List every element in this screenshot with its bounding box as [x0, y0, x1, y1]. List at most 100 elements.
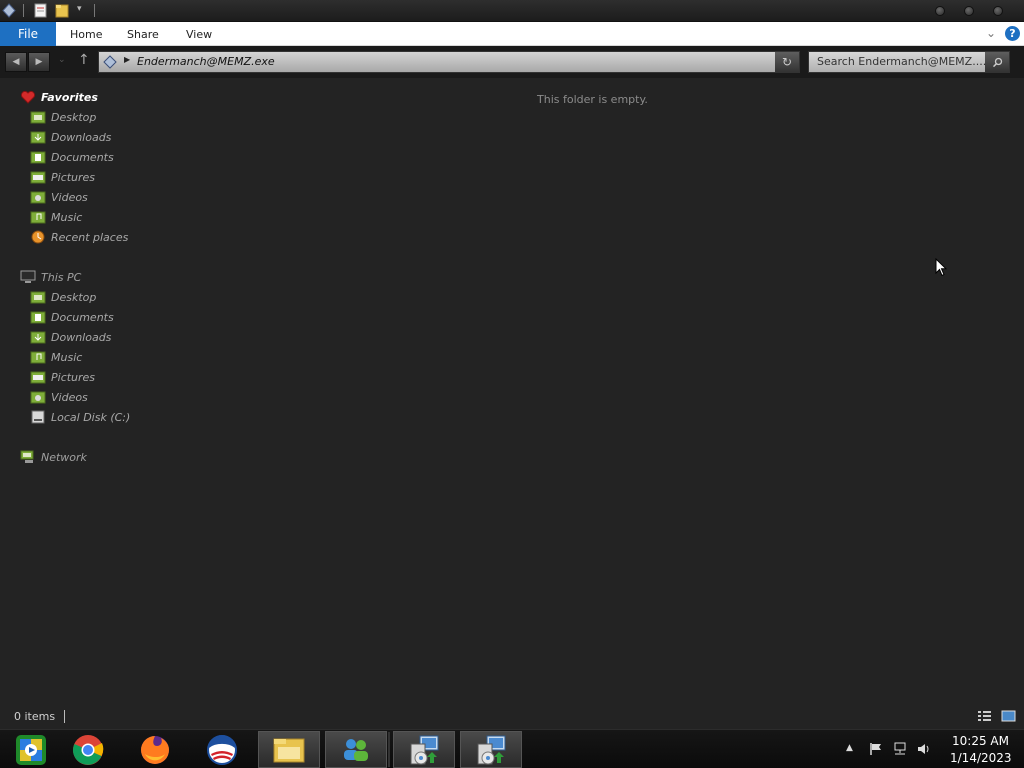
status-bar: 0 items [0, 703, 1024, 729]
nav-item-label: Downloads [51, 330, 112, 344]
nav-item-label: Recent places [51, 230, 129, 244]
nav-network-label: Network [41, 450, 87, 464]
address-toolbar: ◀ ▶ ⌄ ↑ ▶ Endermanch@MEMZ.exe ↻ Search E… [0, 46, 1024, 78]
properties-icon[interactable] [34, 3, 48, 18]
taskbar-media-center[interactable] [0, 731, 62, 768]
music-folder-icon [30, 351, 46, 364]
breadcrumb-chevron-icon[interactable]: ▶ [124, 55, 130, 64]
taskbar-network-users[interactable] [325, 731, 387, 768]
downloads-folder-icon [30, 131, 46, 144]
taskbar-setup-1[interactable] [393, 731, 455, 768]
refresh-button[interactable]: ↻ [775, 52, 799, 72]
close-button[interactable] [993, 6, 1003, 16]
nav-item-label: Desktop [51, 290, 97, 304]
address-path[interactable]: Endermanch@MEMZ.exe [137, 55, 275, 68]
nav-fav-documents[interactable]: Documents [30, 148, 114, 166]
clock-time[interactable]: 10:25 AM [952, 734, 1009, 748]
help-button[interactable]: ? [1005, 26, 1020, 41]
nav-pc-music[interactable]: Music [30, 348, 82, 366]
empty-folder-message: This folder is empty. [537, 93, 648, 106]
nav-this-pc[interactable]: This PC [20, 268, 81, 286]
nav-fav-pictures[interactable]: Pictures [30, 168, 95, 186]
taskbar-divider [388, 732, 390, 767]
nav-network[interactable]: Network [20, 448, 87, 466]
minimize-button[interactable] [935, 6, 945, 16]
nav-fav-desktop[interactable]: Desktop [30, 108, 96, 126]
tab-file[interactable]: File [0, 22, 56, 46]
nav-item-label: Desktop [51, 110, 97, 124]
firefox-icon [141, 735, 169, 764]
large-icons-view-icon[interactable] [1001, 710, 1016, 722]
nav-item-label: Music [51, 210, 83, 224]
nav-pc-pictures[interactable]: Pictures [30, 368, 95, 386]
nav-fav-recent-places[interactable]: Recent places [30, 228, 128, 246]
details-view-icon[interactable] [977, 710, 992, 722]
nav-fav-downloads[interactable]: Downloads [30, 128, 111, 146]
nav-pc-documents[interactable]: Documents [30, 308, 114, 326]
search-button[interactable] [985, 52, 1009, 72]
maximize-button[interactable] [964, 6, 974, 16]
ribbon-tabs: File Home Share View ⌄ ? [0, 22, 1024, 46]
file-explorer-icon [273, 738, 305, 762]
up-button[interactable]: ↑ [78, 52, 90, 68]
nav-item-label: Videos [51, 390, 88, 404]
taskbar-setup-2[interactable] [460, 731, 522, 768]
chrome-icon [73, 734, 104, 765]
status-divider [64, 710, 65, 723]
pictures-folder-icon [30, 171, 46, 184]
nav-item-label: Documents [51, 310, 114, 324]
desktop-folder-icon [30, 291, 46, 304]
hard-drive-icon [31, 410, 45, 424]
search-input[interactable]: Search Endermanch@MEMZ.... [808, 51, 1010, 73]
nav-pc-local-disk[interactable]: Local Disk (C:) [30, 408, 130, 426]
taskbar-obama[interactable] [191, 731, 253, 768]
setup-installer-icon [477, 735, 506, 764]
nav-fav-videos[interactable]: Videos [30, 188, 88, 206]
volume-icon[interactable] [917, 742, 931, 756]
recent-locations-icon[interactable]: ⌄ [58, 55, 66, 65]
expand-ribbon-icon[interactable]: ⌄ [986, 26, 996, 40]
taskbar-file-explorer[interactable] [258, 731, 320, 768]
taskbar-firefox[interactable] [124, 731, 186, 768]
videos-folder-icon [30, 191, 46, 204]
item-count: 0 items [14, 710, 56, 723]
navigation-pane: Favorites Desktop Downloads Documents Pi… [0, 78, 145, 703]
nav-item-label: Pictures [51, 370, 96, 384]
clock-date[interactable]: 1/14/2023 [950, 751, 1012, 765]
folder-location-icon [103, 55, 117, 69]
nav-pc-desktop[interactable]: Desktop [30, 288, 96, 306]
network-status-icon[interactable] [893, 742, 907, 756]
nav-this-pc-label: This PC [41, 270, 82, 284]
address-bar[interactable]: ▶ Endermanch@MEMZ.exe ↻ [98, 51, 800, 73]
mouse-cursor-icon [935, 258, 947, 277]
heart-icon [20, 90, 36, 104]
taskbar: ▲ 10:25 AM 1/14/2023 [0, 729, 1024, 768]
divider [23, 4, 24, 17]
taskbar-chrome[interactable] [57, 731, 119, 768]
action-center-flag-icon[interactable] [869, 742, 883, 756]
nav-pc-downloads[interactable]: Downloads [30, 328, 111, 346]
show-hidden-icons-icon[interactable]: ▲ [846, 743, 860, 757]
pictures-folder-icon [30, 371, 46, 384]
tab-view[interactable]: View [186, 22, 212, 46]
customize-dropdown-icon[interactable]: ▾ [77, 4, 82, 14]
file-list-area[interactable] [145, 78, 1024, 703]
downloads-folder-icon [30, 331, 46, 344]
documents-folder-icon [30, 311, 46, 324]
app-icon[interactable] [2, 3, 16, 18]
nav-favorites-label: Favorites [41, 90, 98, 104]
forward-button[interactable]: ▶ [28, 52, 50, 72]
nav-pc-videos[interactable]: Videos [30, 388, 88, 406]
videos-folder-icon [30, 391, 46, 404]
nav-item-label: Videos [51, 190, 88, 204]
nav-favorites[interactable]: Favorites [20, 88, 98, 106]
back-button[interactable]: ◀ [5, 52, 27, 72]
new-folder-icon[interactable] [55, 3, 69, 18]
documents-folder-icon [30, 151, 46, 164]
nav-item-label: Pictures [51, 170, 96, 184]
tab-share[interactable]: Share [127, 22, 159, 46]
tab-home[interactable]: Home [70, 22, 102, 46]
nav-item-label: Documents [51, 150, 114, 164]
nav-fav-music[interactable]: Music [30, 208, 82, 226]
search-icon [992, 57, 1002, 67]
